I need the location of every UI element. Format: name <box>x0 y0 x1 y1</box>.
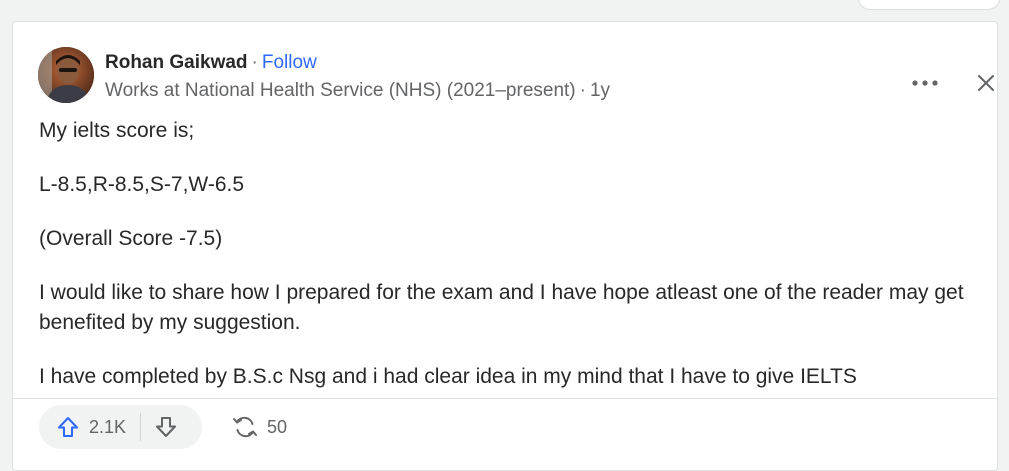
avatar[interactable] <box>38 47 94 103</box>
answer-paragraph: L-8.5,R-8.5,S-7,W-6.5 <box>39 173 245 196</box>
action-bar: 2.1K 50 <box>13 398 997 459</box>
upvote-arrow-icon <box>58 417 78 437</box>
follow-button[interactable]: Follow <box>262 52 317 73</box>
answer-paragraph: My ielts score is; <box>39 119 195 142</box>
avatar-photo <box>38 47 94 103</box>
answer-paragraph: I would like to share how I prepared for… <box>39 281 964 334</box>
downvote-arrow-icon <box>156 417 177 437</box>
author-credential[interactable]: Works at National Health Service (NHS) (… <box>105 80 576 101</box>
answer-timestamp[interactable]: 1y <box>590 80 610 101</box>
credential-line: Works at National Health Service (NHS) (… <box>105 79 610 103</box>
answer-content: My ielts score is; L-8.5,R-8.5,S-7,W-6.5… <box>39 116 979 396</box>
share-icon <box>233 416 257 438</box>
answer-paragraph: (Overall Score -7.5) <box>39 227 223 250</box>
separator-dot: · <box>251 52 258 73</box>
author-meta: Rohan Gaikwad · Follow Works at National H… <box>105 51 610 103</box>
upvote-button[interactable]: 2.1K <box>39 413 142 441</box>
top-toolbar-button[interactable] <box>858 0 1000 10</box>
share-button[interactable]: 50 <box>232 405 287 449</box>
vote-controls: 2.1K <box>39 405 202 449</box>
share-count: 50 <box>267 416 288 437</box>
author-line: Rohan Gaikwad · Follow <box>105 51 610 75</box>
more-icon <box>912 80 938 86</box>
close-button[interactable] <box>966 63 1006 103</box>
downvote-button[interactable] <box>141 405 178 449</box>
answer-card: Rohan Gaikwad · Follow Works at National H… <box>12 21 998 471</box>
answer-paragraph: I have completed by B.S.c Nsg and i had … <box>39 365 857 388</box>
more-options-button[interactable] <box>903 65 947 101</box>
separator-dot: · <box>579 80 586 101</box>
close-icon <box>978 75 994 91</box>
upvote-count: 2.1K <box>89 416 127 437</box>
answer-header: Rohan Gaikwad · Follow Works at National H… <box>38 45 997 105</box>
author-name[interactable]: Rohan Gaikwad <box>105 52 248 73</box>
